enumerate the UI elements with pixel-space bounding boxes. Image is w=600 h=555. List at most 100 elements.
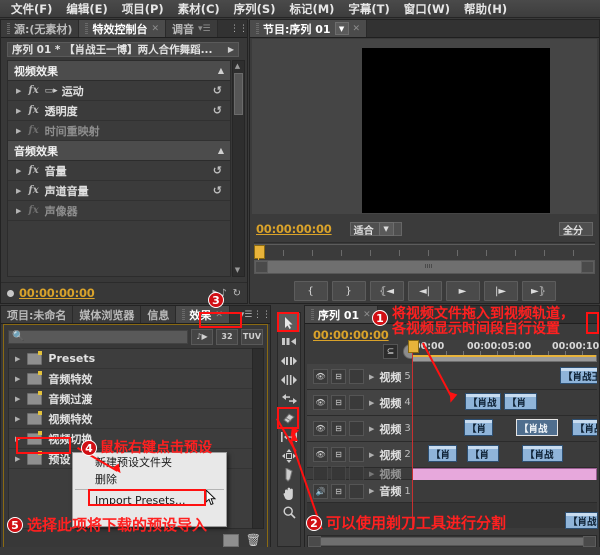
mark-out-button[interactable]: } [331,281,366,301]
program-monitor-zoom-bar[interactable] [254,260,595,274]
reset-icon[interactable]: ↺ [213,104,222,117]
tree-item-presets-en[interactable]: ▶ Presets [9,349,252,369]
effect-row-motion[interactable]: ▶ fx ▭▸ 运动 ↺ [8,81,230,101]
snap-toggle-icon[interactable]: ⊆ [383,344,398,359]
ripple-edit-tool[interactable] [278,351,300,370]
clip[interactable]: 【肖战 [465,393,501,410]
effect-controls-clip-bar[interactable]: 序列 01 * 【肖战王一博】两人合作舞蹈... ▶ [7,42,239,57]
tab-timeline-sequence-01[interactable]: 序列 01 ✕ [305,306,378,323]
timeline-ruler[interactable]: 00:00 00:00:05:00 00:00:10: [412,340,600,356]
yuv-filter-button[interactable]: TUV [241,328,263,345]
lock-icon[interactable]: ⊟ [331,447,346,462]
disclosure-triangle-icon[interactable]: ▶ [369,399,374,407]
track-lane-video-1[interactable] [412,468,597,481]
close-icon[interactable]: ✕ [151,24,159,34]
effect-row-panner[interactable]: ▶ fx 声像器 [8,201,230,221]
group-header-audio-effects[interactable]: 音频效果 ▲ [8,141,230,161]
scroll-up-icon[interactable]: ▲ [233,62,242,71]
eye-icon[interactable]: 👁 [313,369,328,384]
clip[interactable]: 【肖 [467,445,499,462]
menu-item-edit[interactable]: 编辑(E) [59,0,114,18]
lock-icon[interactable]: ⊟ [331,395,346,410]
scroll-down-icon[interactable]: ▼ [233,266,242,275]
speaker-icon[interactable]: 🔊 [313,483,328,499]
new-custom-bin-icon[interactable] [222,533,239,547]
effects-tree-scrollbar[interactable] [252,348,264,529]
sync-lock-icon[interactable] [349,369,364,384]
menu-item-window[interactable]: 窗口(W) [397,0,457,18]
lock-icon[interactable]: ⊟ [331,421,346,436]
disclosure-triangle-icon[interactable]: ▶ [16,187,21,195]
scrollbar-right-handle[interactable] [583,536,596,547]
track-header-video-3[interactable]: 👁 ⊟ ▶ 视频 3 [307,416,412,441]
disclosure-triangle-icon[interactable]: ▶ [16,207,21,215]
menu-item-marker[interactable]: 标记(M) [282,0,341,18]
clip[interactable]: 【肖战 [522,445,563,462]
tree-item-audio-transitions[interactable]: ▶ 音频过渡 [9,389,252,409]
collapse-caret-icon[interactable]: ▲ [218,146,224,155]
rolling-edit-tool[interactable] [278,370,300,389]
track-header-video-1[interactable]: ▶ 视频 [307,466,412,481]
effect-row-time-remapping[interactable]: ▶ fx 时间重映射 [8,121,230,141]
clip[interactable]: 【肖战 [572,419,597,436]
menu-item-file[interactable]: 文件(F) [4,0,59,18]
clip[interactable]: 【肖战 [516,419,558,436]
timeline-timecode[interactable]: 00:00:00:00 [313,328,389,342]
clip[interactable]: 【肖战王 [560,367,597,384]
reset-icon[interactable]: ↺ [213,164,222,177]
step-back-button[interactable]: ◄| [407,281,442,301]
chevron-down-icon[interactable]: ▼ [334,22,349,35]
sync-lock-icon[interactable] [349,421,364,436]
chevron-down-icon[interactable]: ▼ [378,222,394,236]
mark-in-button[interactable]: { [293,281,328,301]
sync-lock-icon[interactable] [349,395,364,410]
track-select-tool[interactable] [278,332,300,351]
clip[interactable]: 【肖 [428,445,457,462]
clip[interactable]: 【肖 [464,419,493,436]
disclosure-triangle-icon[interactable]: ▶ [16,127,21,135]
lock-icon[interactable]: ⊟ [331,369,346,384]
tab-source[interactable]: 源:(无素材) [1,20,80,37]
effect-row-channel-volume[interactable]: ▶ fx 声道音量 ↺ [8,181,230,201]
eye-icon[interactable]: 👁 [313,421,328,436]
effect-row-volume[interactable]: ▶ fx 音量 ↺ [8,161,230,181]
sync-lock-icon[interactable] [349,483,364,499]
disclosure-triangle-icon[interactable]: ▶ [16,167,21,175]
disclosure-triangle-icon[interactable]: ▶ [369,487,374,495]
bit-depth-filter-button[interactable]: 32 [216,328,238,345]
track-lane-audio-1[interactable] [412,480,597,502]
disclosure-triangle-icon[interactable]: ▶ [369,451,374,459]
clip[interactable]: 【肖 [504,393,537,410]
program-monitor-playhead[interactable] [254,245,265,263]
track-header-video-5[interactable]: 👁 ⊟ ▶ 视频 5 [307,364,412,389]
track-lane-video-4[interactable]: 【肖战 【肖 [412,390,597,415]
track-header-video-4[interactable]: 👁 ⊟ ▶ 视频 4 [307,390,412,415]
menu-item-clip[interactable]: 素材(C) [171,0,227,18]
reset-icon[interactable]: ↺ [213,184,222,197]
disclosure-triangle-icon[interactable]: ▶ [369,425,374,433]
context-menu-item-delete[interactable]: 删除 [73,470,226,487]
collapse-caret-icon[interactable]: ▲ [218,66,224,75]
audio-effects-filter-button[interactable]: ♪▶ [191,328,213,345]
track-lane-video-2[interactable]: 【肖 【肖 【肖战 [412,442,597,467]
lock-icon[interactable]: ⊟ [331,483,346,499]
go-to-out-button[interactable]: ►⦄ [521,281,556,301]
sync-lock-icon[interactable] [349,447,364,462]
close-icon[interactable]: ✕ [363,310,371,320]
menu-item-sequence[interactable]: 序列(S) [227,0,283,18]
tab-audio-mixer[interactable]: 调音 ▾☰ [166,20,218,37]
tab-effect-controls[interactable]: 特效控制台 ✕ [79,20,167,37]
loop-icon[interactable]: ↻ [233,288,241,299]
reset-icon[interactable]: ↺ [213,84,222,97]
timeline-work-area-bar[interactable] [412,355,597,362]
tab-info[interactable]: 信息 [141,306,177,323]
menu-item-help[interactable]: 帮助(H) [457,0,514,18]
timeline-playhead[interactable] [408,340,419,528]
disclosure-triangle-icon[interactable]: ▶ [15,355,20,363]
menu-item-project[interactable]: 项目(P) [115,0,171,18]
program-monitor-ruler[interactable] [254,242,595,263]
disclosure-triangle-icon[interactable]: ▶ [15,455,20,463]
hand-tool[interactable] [278,484,300,503]
playhead-knob[interactable] [408,340,419,353]
eye-icon[interactable] [313,466,328,481]
